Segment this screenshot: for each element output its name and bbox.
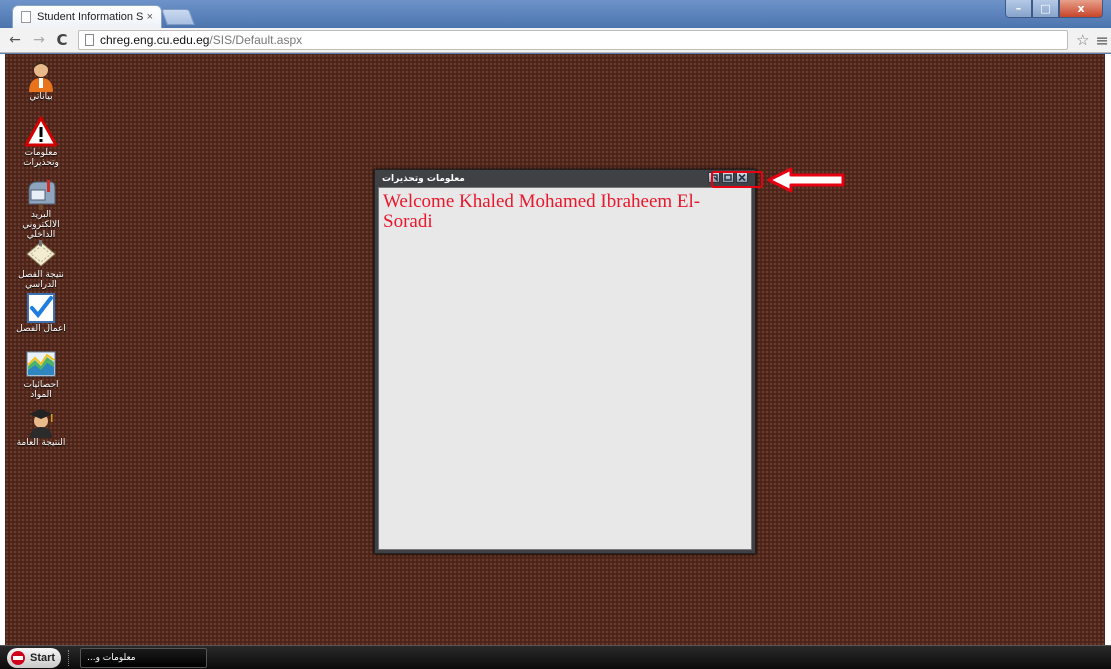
taskbar-separator (68, 650, 70, 666)
taskbar: Start معلومات و... (0, 645, 1111, 669)
url-host: chreg.eng.cu.edu.eg (100, 33, 210, 47)
desktop-icon-label: معلومات وتحذيرات (23, 148, 59, 168)
chart-icon (25, 348, 57, 380)
browser-toolbar: ← → C chreg.eng.cu.edu.eg /SIS/Default.a… (0, 28, 1111, 53)
desktop: بياناتي معلومات وتحذيرات البريد الالكترو… (0, 54, 1111, 645)
student-avatar-icon (25, 60, 57, 92)
desktop-icon-coursework[interactable]: اعمال الفصل (15, 292, 67, 334)
menu-icon[interactable]: ≡ (1095, 31, 1108, 50)
new-tab-button[interactable] (161, 9, 195, 25)
desktop-icon-semester-result[interactable]: نتيجة الفصل الدراسي (15, 238, 67, 290)
window-titlebar[interactable]: معلومات وتحذيرات (378, 170, 752, 187)
desktop-icon-internal-mail[interactable]: البريد الالكتروني الداخلي (15, 178, 67, 240)
tab-title: Student Information Syste (37, 11, 143, 23)
taskbar-item-info-warnings[interactable]: معلومات و... (80, 648, 207, 668)
close-button[interactable]: x (1059, 0, 1103, 18)
desktop-icon-label: اعمال الفصل (16, 324, 66, 334)
warning-icon (24, 116, 58, 148)
mailbox-icon (25, 178, 57, 210)
page-icon (21, 11, 31, 23)
minimize-button[interactable]: – (1005, 0, 1032, 18)
calendar-icon (25, 238, 57, 270)
desktop-icon-my-data[interactable]: بياناتي (15, 60, 67, 102)
start-label: Start (30, 652, 56, 664)
highlight-box (711, 171, 763, 188)
desktop-icon-course-stats[interactable]: احصائيات المواد (15, 348, 67, 400)
back-arrow-icon[interactable]: ← (6, 32, 24, 48)
annotation-arrow-icon (767, 167, 845, 193)
start-orb-icon (11, 651, 25, 665)
window-title: معلومات وتحذيرات (382, 173, 465, 184)
reload-icon[interactable]: C (54, 31, 70, 49)
maximize-button[interactable]: □ (1032, 0, 1059, 18)
desktop-icon-label: احصائيات المواد (23, 380, 59, 400)
url-path: /SIS/Default.aspx (209, 33, 303, 47)
info-warnings-window[interactable]: معلومات وتحذيرات Welcome Khaled Mohamed … (374, 169, 756, 554)
browser-tab[interactable]: Student Information Syste × (12, 5, 162, 28)
welcome-message: Welcome Khaled Mohamed Ibraheem El-Sorad… (383, 191, 701, 232)
browser-titlebar: Student Information Syste × – □ x (0, 0, 1111, 28)
tab-close-icon[interactable]: × (147, 11, 153, 23)
desktop-icon-info-warnings[interactable]: معلومات وتحذيرات (15, 116, 67, 168)
page-icon (85, 34, 94, 46)
checkmark-doc-icon (25, 292, 57, 324)
window-content: Welcome Khaled Mohamed Ibraheem El-Sorad… (378, 187, 752, 550)
desktop-icon-label: بياناتي (29, 92, 53, 102)
address-bar[interactable]: chreg.eng.cu.edu.eg /SIS/Default.aspx (78, 30, 1068, 50)
bookmark-star-icon[interactable]: ☆ (1076, 31, 1089, 49)
desktop-icon-label: نتيجة الفصل الدراسي (18, 270, 64, 290)
window-controls: – □ x (1005, 0, 1103, 18)
forward-arrow-icon[interactable]: → (30, 32, 48, 48)
start-button[interactable]: Start (7, 648, 61, 668)
graduate-icon (25, 406, 57, 438)
desktop-icon-overall-result[interactable]: النتيجة العامة (15, 406, 67, 448)
desktop-icon-label: البريد الالكتروني الداخلي (22, 210, 60, 240)
desktop-icon-label: النتيجة العامة (16, 438, 66, 448)
